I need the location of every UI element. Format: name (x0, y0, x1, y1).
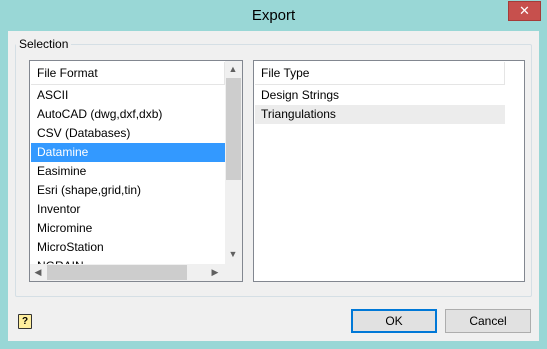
file-type-list[interactable]: File Type Design Strings Triangulations (253, 60, 525, 282)
export-dialog: Export ✕ Selection File Format ASCII Aut… (0, 0, 547, 349)
scroll-up-icon[interactable]: ▲ (225, 61, 241, 78)
vscroll-thumb[interactable] (226, 78, 241, 180)
close-icon: ✕ (519, 3, 530, 18)
scroll-down-icon[interactable]: ▼ (225, 246, 241, 263)
list-item-csv[interactable]: CSV (Databases) (31, 124, 225, 143)
list-item-microstation[interactable]: MicroStation (31, 238, 225, 257)
hscroll-thumb[interactable] (47, 265, 187, 280)
list-item-autocad[interactable]: AutoCAD (dwg,dxf,dxb) (31, 105, 225, 124)
window-title: Export (251, 7, 296, 24)
selection-group-label: Selection (16, 37, 72, 51)
file-format-header[interactable]: File Format (31, 62, 225, 85)
list-item-ascii[interactable]: ASCII (31, 86, 225, 105)
file-format-vscrollbar[interactable]: ▲ ▼ (225, 61, 242, 264)
list-item-datamine[interactable]: Datamine (31, 143, 225, 162)
title-bar[interactable]: Export ✕ (0, 0, 547, 31)
help-icon[interactable]: ? (18, 314, 32, 329)
file-format-list[interactable]: File Format ASCII AutoCAD (dwg,dxf,dxb) … (29, 60, 243, 282)
ok-button[interactable]: OK (351, 309, 437, 333)
list-item-esri[interactable]: Esri (shape,grid,tin) (31, 181, 225, 200)
scroll-right-icon[interactable]: ▶ (207, 264, 223, 281)
file-type-header[interactable]: File Type (255, 62, 505, 85)
list-item-easimine[interactable]: Easimine (31, 162, 225, 181)
list-item-triangulations[interactable]: Triangulations (255, 105, 505, 124)
list-item-inventor[interactable]: Inventor (31, 200, 225, 219)
close-button[interactable]: ✕ (508, 1, 541, 21)
scroll-corner (225, 264, 242, 281)
list-item-design-strings[interactable]: Design Strings (255, 86, 505, 105)
cancel-button[interactable]: Cancel (445, 309, 531, 333)
dialog-body: Selection File Format ASCII AutoCAD (dwg… (8, 31, 539, 341)
scroll-left-icon[interactable]: ◀ (30, 264, 46, 281)
list-item-micromine[interactable]: Micromine (31, 219, 225, 238)
file-format-hscrollbar[interactable]: ◀ ▶ (30, 264, 225, 281)
